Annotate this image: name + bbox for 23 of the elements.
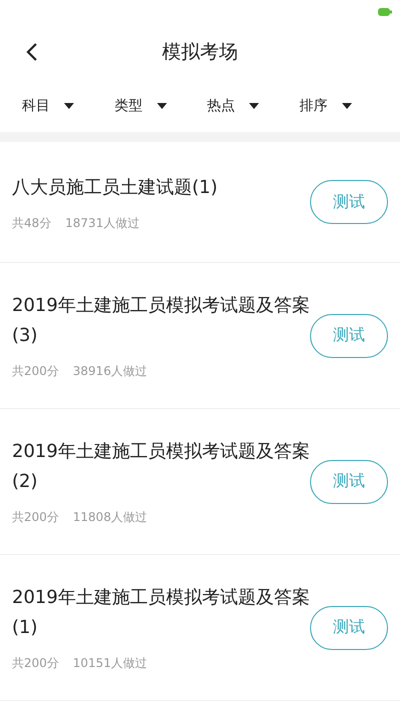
taken-count: 18731人做过	[65, 214, 140, 232]
exam-title: 2019年土建施工员模拟考试题及答案(1)	[12, 586, 310, 640]
filter-dropdown[interactable]: 科目	[22, 97, 74, 115]
filter-dropdown[interactable]: 热点	[207, 97, 259, 115]
caret-icon	[249, 103, 259, 109]
caret-icon	[342, 103, 352, 109]
total-score: 共200分	[12, 655, 59, 672]
taken-count: 11808人做过	[72, 509, 148, 526]
filter-dropdown[interactable]: 类型	[114, 97, 166, 115]
page-title: 模拟考场	[162, 40, 238, 65]
battery-icon	[378, 8, 392, 16]
taken-count: 10151人做过	[72, 655, 148, 672]
caret-icon	[156, 103, 166, 109]
total-score: 共200分	[12, 509, 59, 526]
total-score: 共200分	[12, 363, 59, 380]
filter-dropdown[interactable]: 排序	[300, 97, 352, 115]
caret-icon	[64, 103, 74, 109]
exam-title: 八大员施工员土建试题(1)	[12, 176, 218, 200]
total-score: 共48分	[12, 214, 52, 232]
back-icon	[26, 42, 38, 62]
exam-title: 2019年土建施工员模拟考试题及答案(3)	[12, 294, 310, 348]
exam-title: 2019年土建施工员模拟考试题及答案(2)	[12, 440, 310, 494]
taken-count: 38916人做过	[72, 363, 148, 380]
